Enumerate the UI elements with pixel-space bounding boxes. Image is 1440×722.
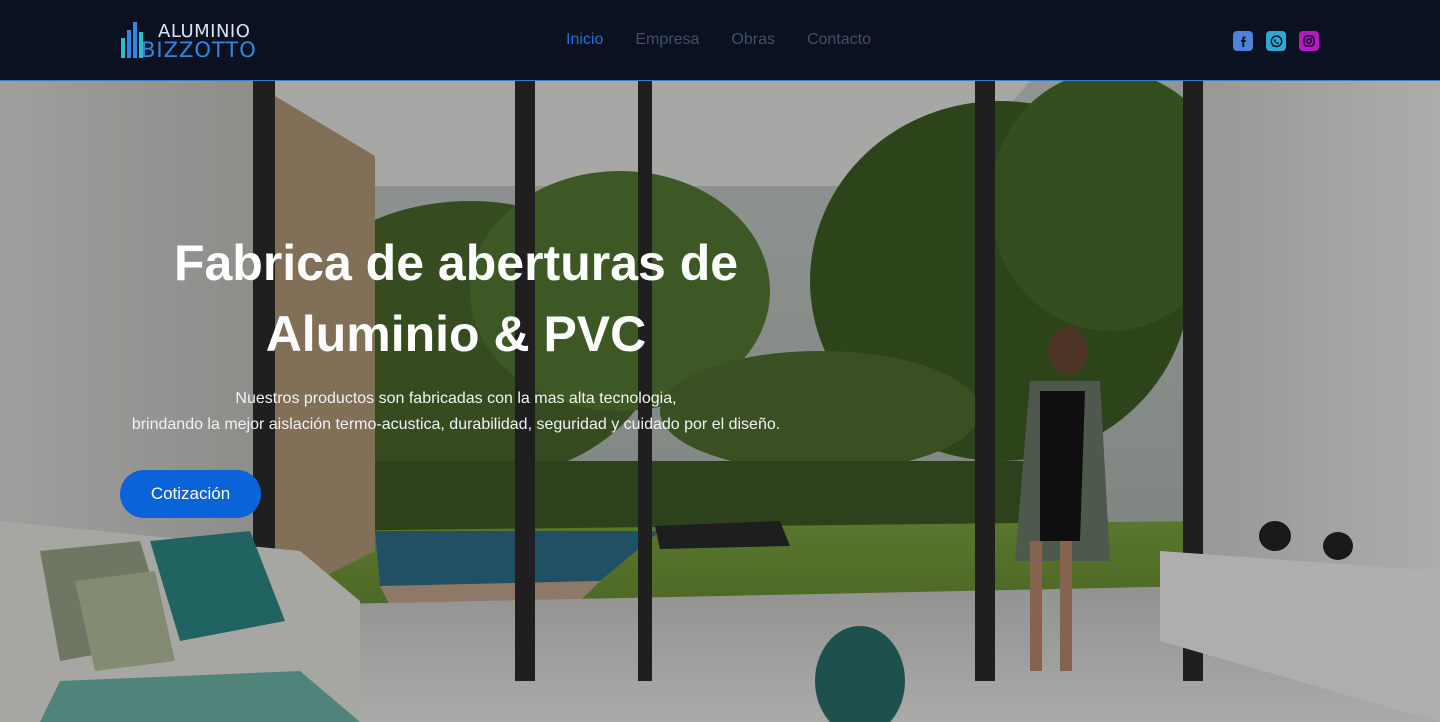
facebook-icon[interactable] bbox=[1233, 31, 1253, 51]
hero-subtitle: Nuestros productos son fabricadas con la… bbox=[100, 386, 812, 438]
nav-link-contacto[interactable]: Contacto bbox=[807, 29, 871, 51]
nav-link-empresa[interactable]: Empresa bbox=[635, 29, 699, 51]
logo-letter: B bbox=[141, 38, 157, 62]
social-links bbox=[1233, 31, 1319, 51]
nav-link-obras[interactable]: Obras bbox=[731, 29, 775, 51]
main-nav: Inicio Empresa Obras Contacto bbox=[566, 29, 871, 51]
hero-section: Fabrica de aberturas de Aluminio & PVC N… bbox=[0, 81, 1440, 722]
hero-title: Fabrica de aberturas de Aluminio & PVC bbox=[120, 228, 792, 370]
hero-subtitle-line-2: brindando la mejor aislación termo-acust… bbox=[131, 416, 781, 433]
nav-link-inicio[interactable]: Inicio bbox=[566, 29, 603, 51]
hero-subtitle-line-1: Nuestros productos son fabricadas con la… bbox=[235, 390, 677, 407]
hero-title-line-2: Aluminio & PVC bbox=[265, 306, 647, 362]
brand-logo[interactable]: ALUMINIO BIZZOTTO bbox=[120, 18, 256, 64]
whatsapp-icon[interactable] bbox=[1266, 31, 1286, 51]
cotizacion-button[interactable]: Cotización bbox=[120, 470, 261, 518]
instagram-icon[interactable] bbox=[1299, 31, 1319, 51]
site-header: ALUMINIO BIZZOTTO Inicio Empresa Obras C… bbox=[0, 0, 1440, 81]
logo-text-bottom: BIZZOTTO bbox=[141, 38, 257, 62]
logo-text-rest: IZZOTTO bbox=[156, 38, 257, 62]
hero-title-line-1: Fabrica de aberturas de bbox=[173, 235, 739, 291]
